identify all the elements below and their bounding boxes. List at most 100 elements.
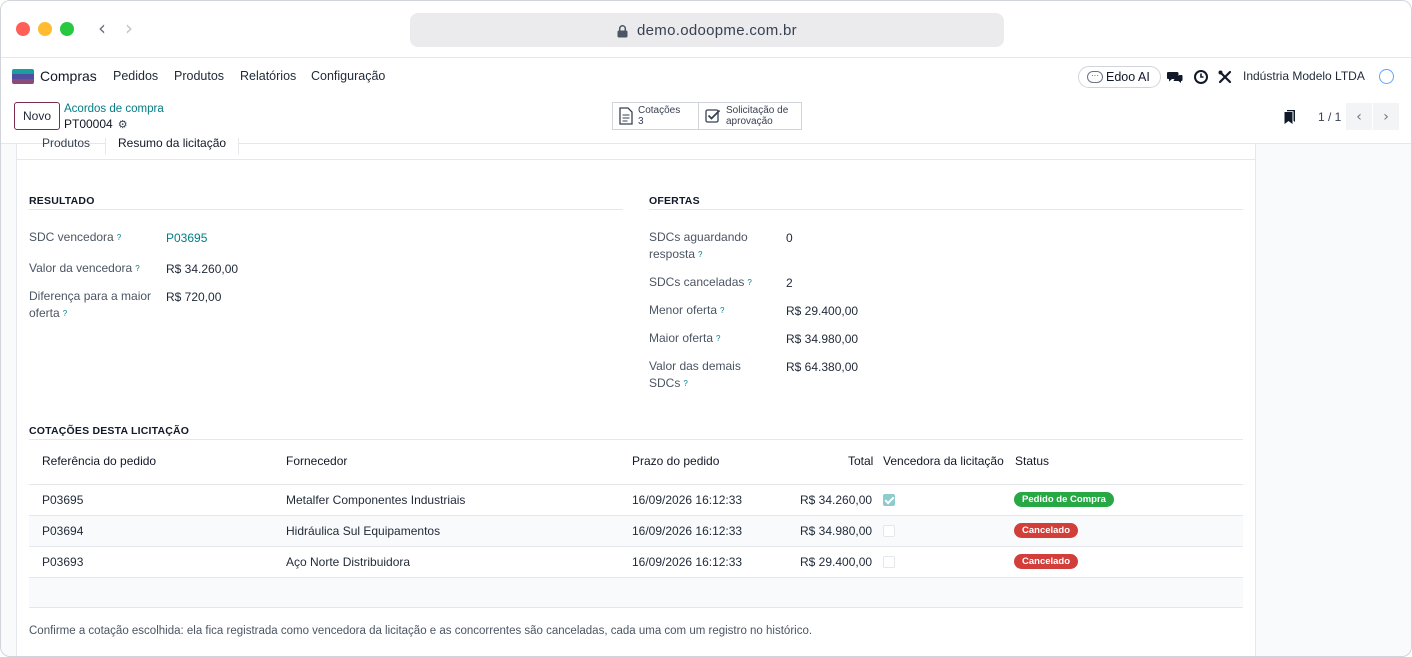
ofertas-section-title: OFERTAS	[649, 195, 700, 207]
status-badge: Cancelado	[1014, 554, 1079, 569]
ai-chat-bubble-icon: ···	[1087, 71, 1103, 83]
maximize-window-button[interactable]	[60, 22, 74, 36]
help-tooltip-icon[interactable]: ?	[747, 278, 751, 287]
notebook-tabs: Produtos Resumo da licitação	[17, 138, 1255, 160]
edoo-ai-button[interactable]: ··· Edoo AI	[1078, 66, 1161, 88]
browser-chrome: ‹ › demo.odoopme.com.br	[1, 1, 1411, 58]
tools-icon[interactable]	[1217, 69, 1233, 85]
table-footer-row	[29, 577, 1243, 608]
column-header-status[interactable]: Status	[1015, 454, 1049, 468]
label-text: oferta	[29, 306, 60, 320]
help-tooltip-icon[interactable]: ?	[698, 250, 702, 259]
back-arrow-icon[interactable]: ‹	[98, 17, 106, 39]
new-button[interactable]: Novo	[14, 102, 60, 130]
maior-oferta-value: R$ 34.980,00	[786, 332, 859, 346]
address-bar[interactable]: demo.odoopme.com.br	[410, 13, 1004, 47]
cotacoes-section-title: COTAÇÕES DESTA LICITAÇÃO	[29, 425, 190, 437]
valor-vencedora-value: R$ 34.260,00	[166, 262, 239, 276]
menu-configuracao[interactable]: Configuração	[311, 69, 385, 83]
table-row[interactable]: P03693 Aço Norte Distribuidora 16/09/202…	[29, 546, 1243, 577]
cell-fornecedor: Hidráulica Sul Equipamentos	[286, 524, 441, 538]
menor-oferta-label: Menor oferta?	[649, 302, 725, 319]
close-window-button[interactable]	[16, 22, 30, 36]
sdcs-canceladas-label: SDCs canceladas?	[649, 274, 752, 291]
approval-request-smart-button[interactable]: Solicitação de aprovação	[698, 102, 802, 130]
label-text: SDCs aguardando	[649, 230, 748, 244]
bookmark-icon[interactable]	[1284, 110, 1296, 124]
ofertas-separator	[649, 209, 1243, 210]
url-text: demo.odoopme.com.br	[637, 21, 797, 39]
help-tooltip-icon[interactable]: ?	[63, 309, 67, 318]
company-switcher[interactable]: Indústria Modelo LTDA	[1243, 69, 1365, 83]
menu-pedidos[interactable]: Pedidos	[113, 69, 158, 83]
document-icon	[619, 107, 633, 125]
table-row[interactable]: P03694 Hidráulica Sul Equipamentos 16/09…	[29, 515, 1243, 546]
cell-total: R$ 34.980,00	[800, 524, 873, 538]
column-header-prazo[interactable]: Prazo do pedido	[632, 454, 719, 468]
cotacoes-smart-button[interactable]: Cotações 3	[612, 102, 699, 130]
pager-next-button[interactable]: ›	[1373, 103, 1399, 130]
app-name[interactable]: Compras	[40, 68, 97, 84]
cell-fornecedor: Metalfer Componentes Industriais	[286, 493, 466, 507]
forward-arrow-icon[interactable]: ›	[125, 17, 133, 39]
tab-resumo-licitacao[interactable]: Resumo da licitação	[105, 138, 240, 155]
label-text: Maior oferta	[649, 331, 714, 345]
status-badge: Pedido de Compra	[1014, 492, 1114, 507]
lock-icon	[617, 24, 628, 37]
valor-demais-sdcs-value: R$ 64.380,00	[786, 360, 859, 374]
menu-relatorios[interactable]: Relatórios	[240, 69, 296, 83]
maior-oferta-label: Maior oferta?	[649, 330, 720, 347]
cell-total: R$ 34.260,00	[800, 493, 873, 507]
table-row[interactable]: P03695 Metalfer Componentes Industriais …	[29, 484, 1243, 515]
winner-checkbox	[883, 556, 895, 568]
resultado-section-title: RESULTADO	[29, 195, 95, 207]
tab-produtos[interactable]: Produtos	[30, 138, 102, 160]
minimize-window-button[interactable]	[38, 22, 52, 36]
menu-produtos[interactable]: Produtos	[174, 69, 224, 83]
purchase-app-icon[interactable]	[12, 69, 34, 84]
cell-prazo: 16/09/2026 16:12:33	[632, 555, 743, 569]
help-tooltip-icon[interactable]: ?	[720, 306, 724, 315]
diferenca-maior-oferta-value: R$ 720,00	[166, 290, 222, 304]
column-header-vencedora[interactable]: Vencedora da licitação	[883, 454, 1004, 468]
column-header-referencia[interactable]: Referência do pedido	[42, 454, 156, 468]
cell-prazo: 16/09/2026 16:12:33	[632, 493, 743, 507]
cell-total: R$ 29.400,00	[800, 555, 873, 569]
cell-referencia: P03694	[42, 524, 84, 538]
help-tooltip-icon[interactable]: ?	[716, 334, 720, 343]
edoo-ai-label: Edoo AI	[1106, 70, 1150, 84]
breadcrumb-parent[interactable]: Acordos de compra	[64, 103, 164, 115]
chat-icon[interactable]	[1167, 69, 1183, 85]
help-tooltip-icon[interactable]: ?	[117, 233, 121, 242]
sdcs-canceladas-value: 2	[786, 276, 793, 290]
cotacoes-separator	[29, 439, 1243, 440]
label-text: resposta	[649, 247, 696, 261]
diferenca-maior-oferta-label: Diferença para a maior oferta?	[29, 288, 151, 322]
checkbox-icon	[705, 109, 721, 123]
sdcs-aguardando-label: SDCs aguardando resposta?	[649, 229, 748, 263]
gear-icon[interactable]: ⚙	[118, 118, 128, 131]
column-header-total[interactable]: Total	[848, 454, 873, 468]
help-tooltip-icon[interactable]: ?	[135, 264, 139, 273]
breadcrumb-current: PT00004 ⚙	[64, 117, 128, 131]
winner-checkbox	[883, 494, 895, 506]
user-avatar[interactable]	[1379, 69, 1394, 84]
record-name: PT00004	[64, 117, 113, 131]
sdcs-aguardando-value: 0	[786, 231, 793, 245]
cell-prazo: 16/09/2026 16:12:33	[632, 524, 743, 538]
sdc-vencedora-link[interactable]: P03695	[166, 231, 207, 245]
form-sheet: Produtos Resumo da licitação RESULTADO S…	[16, 138, 1256, 656]
status-badge: Cancelado	[1014, 523, 1079, 538]
column-header-fornecedor[interactable]: Fornecedor	[286, 454, 347, 468]
pager-value[interactable]: 1 / 1	[1318, 110, 1341, 124]
smart-button-label: Cotações	[638, 105, 681, 116]
label-text: Valor da vencedora	[29, 261, 133, 275]
label-text: Menor oferta	[649, 303, 718, 317]
browser-window: ‹ › demo.odoopme.com.br Compras Pedidos …	[0, 0, 1412, 657]
help-text: Confirme a cotação escolhida: ela fica r…	[29, 625, 813, 637]
help-tooltip-icon[interactable]: ?	[683, 379, 687, 388]
resultado-separator	[29, 209, 623, 210]
pager-previous-button[interactable]: ‹	[1346, 103, 1372, 130]
clock-icon[interactable]	[1193, 69, 1209, 85]
smart-button-label-line2: aprovação	[726, 116, 773, 127]
